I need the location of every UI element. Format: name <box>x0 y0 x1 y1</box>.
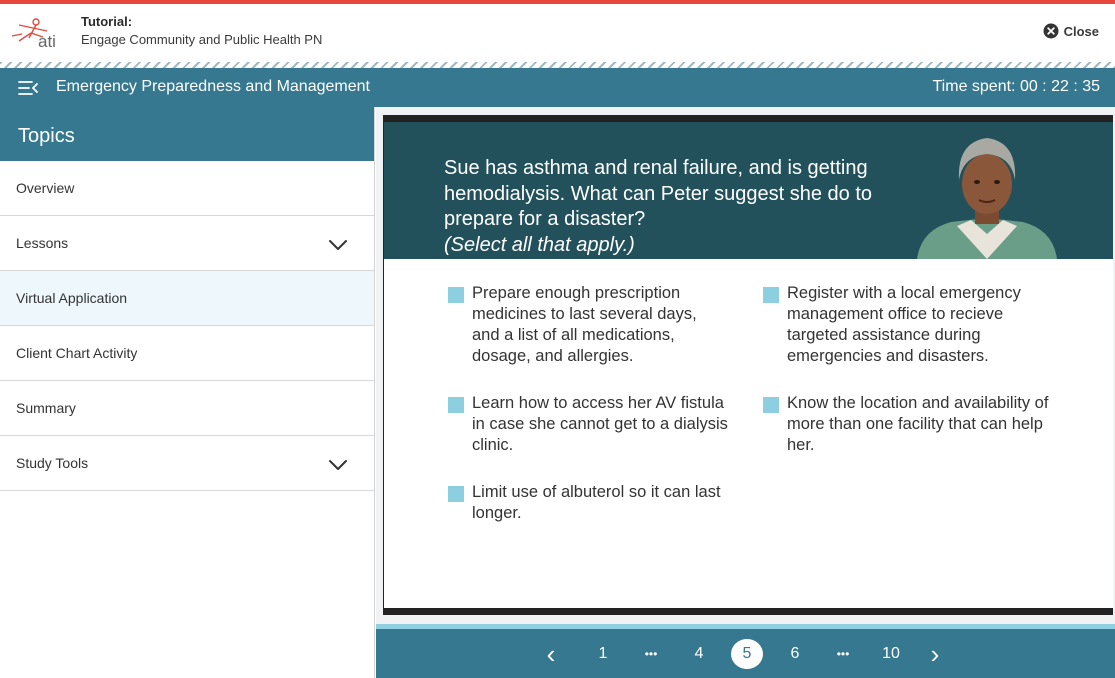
sidebar-item-study-tools[interactable]: Study Tools <box>0 436 374 491</box>
option-prepare-medicines[interactable]: Prepare enough prescription medicines to… <box>448 283 728 367</box>
app-topbar: ati Tutorial: Engage Community and Publi… <box>0 4 1115 66</box>
module-title: Emergency Preparedness and Management <box>56 78 370 95</box>
close-button[interactable]: Close <box>1043 22 1099 40</box>
close-icon <box>1043 23 1059 39</box>
sidebar-item-label: Lessons <box>16 235 69 251</box>
page-ellipsis: ••• <box>644 647 658 661</box>
sidebar-item-lessons[interactable]: Lessons <box>0 216 374 271</box>
page-ellipsis: ••• <box>836 647 850 661</box>
menu-collapse-icon[interactable] <box>18 79 38 97</box>
content-area: Sue has asthma and renal failure, and is… <box>376 107 1115 624</box>
sidebar-item-summary[interactable]: Summary <box>0 381 374 436</box>
character-avatar <box>917 138 1057 259</box>
prev-page-button[interactable]: ‹ <box>541 639 561 669</box>
sidebar-item-label: Overview <box>16 180 75 196</box>
sidebar-item-overview[interactable]: Overview <box>0 161 374 216</box>
topics-heading: Topics <box>0 107 374 161</box>
sidebar-item-client-chart-activity[interactable]: Client Chart Activity <box>0 326 374 381</box>
option-register-emergency-office[interactable]: Register with a local emergency manageme… <box>763 283 1053 367</box>
option-checkbox[interactable] <box>763 287 779 303</box>
option-text: Know the location and availability of mo… <box>787 394 1049 454</box>
tutorial-label: Tutorial: <box>81 14 133 29</box>
option-text: Prepare enough prescription medicines to… <box>472 284 697 365</box>
time-spent: Time spent: 00 : 22 : 35 <box>932 78 1101 95</box>
option-checkbox[interactable] <box>448 486 464 502</box>
page-10-button[interactable]: 10 <box>878 639 904 669</box>
question-banner: Sue has asthma and renal failure, and is… <box>384 122 1113 259</box>
option-access-av-fistula[interactable]: Learn how to access her AV fistula in ca… <box>448 393 728 456</box>
option-limit-albuterol[interactable]: Limit use of albuterol so it can last lo… <box>448 482 728 524</box>
option-checkbox[interactable] <box>763 397 779 413</box>
tutorial-name: Engage Community and Public Health PN <box>81 32 323 47</box>
question-instruction: (Select all that apply.) <box>444 233 635 256</box>
pagination-bar: ‹ 1 ••• 4 5 6 ••• 10 › <box>376 624 1115 678</box>
question-prompt: Sue has asthma and renal failure, and is… <box>444 157 873 230</box>
activity-slide: Sue has asthma and renal failure, and is… <box>383 115 1113 615</box>
question-text: Sue has asthma and renal failure, and is… <box>444 156 914 258</box>
chevron-down-icon[interactable] <box>328 238 348 252</box>
sidebar-item-label: Summary <box>16 400 76 416</box>
topics-sidebar: Topics Overview Lessons Virtual Applicat… <box>0 107 375 678</box>
option-text: Learn how to access her AV fistula in ca… <box>472 394 728 454</box>
page-4-button[interactable]: 4 <box>689 639 709 669</box>
option-know-facilities[interactable]: Know the location and availability of mo… <box>763 393 1053 456</box>
page-6-button[interactable]: 6 <box>785 639 805 669</box>
option-text: Register with a local emergency manageme… <box>787 284 1021 365</box>
page-5-button[interactable]: 5 <box>731 639 763 669</box>
close-label: Close <box>1063 23 1099 39</box>
option-checkbox[interactable] <box>448 287 464 303</box>
option-text: Limit use of albuterol so it can last lo… <box>472 483 721 522</box>
svg-text:ati: ati <box>38 32 56 50</box>
next-page-button[interactable]: › <box>925 639 945 669</box>
module-header: Emergency Preparedness and Management Ti… <box>0 68 1115 107</box>
page-1-button[interactable]: 1 <box>593 639 613 669</box>
sidebar-item-virtual-application[interactable]: Virtual Application <box>0 271 374 326</box>
ati-logo: ati <box>11 18 56 50</box>
sidebar-item-label: Virtual Application <box>16 290 128 306</box>
sidebar-item-label: Study Tools <box>16 455 89 471</box>
option-checkbox[interactable] <box>448 397 464 413</box>
sidebar-item-label: Client Chart Activity <box>16 345 138 361</box>
chevron-down-icon[interactable] <box>328 458 348 472</box>
